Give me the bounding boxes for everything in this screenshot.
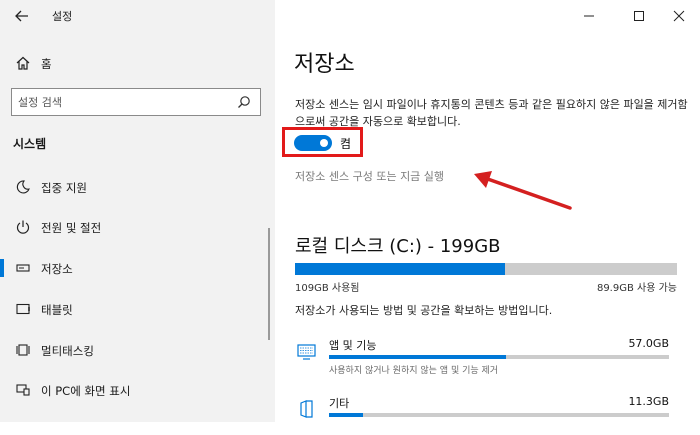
minimize-icon bbox=[584, 15, 594, 17]
sidebar-item-focus-assist[interactable]: 집중 지원 bbox=[0, 170, 275, 204]
configure-storage-sense-link[interactable]: 저장소 센스 구성 또는 지금 실행 bbox=[295, 168, 444, 184]
section-heading: 시스템 bbox=[13, 137, 47, 151]
close-button[interactable] bbox=[661, 4, 697, 28]
sidebar-item-tablet[interactable]: 태블릿 bbox=[0, 292, 275, 326]
search-input[interactable] bbox=[18, 94, 228, 110]
sidebar-item-multitasking[interactable]: 멀티태스킹 bbox=[0, 333, 275, 367]
other-files-icon bbox=[300, 400, 313, 418]
category-bar bbox=[329, 355, 669, 359]
toggle-state-label: 켬 bbox=[340, 137, 352, 151]
back-arrow-icon bbox=[15, 10, 28, 22]
category-subtitle: 사용하지 않거나 원하지 않는 앱 및 기능 제거 bbox=[329, 366, 499, 376]
app-title: 설정 bbox=[52, 10, 73, 23]
tablet-icon bbox=[16, 303, 30, 315]
sidebar: 설정 홈 시스템 집중 지원 전 bbox=[0, 0, 275, 422]
maximize-icon bbox=[634, 11, 644, 21]
minimize-button[interactable] bbox=[571, 4, 607, 28]
sidebar-item-label: 태블릿 bbox=[41, 303, 73, 317]
toggle-knob bbox=[320, 139, 328, 147]
sidebar-item-label: 홈 bbox=[41, 57, 52, 71]
project-icon bbox=[16, 384, 30, 396]
power-icon bbox=[16, 220, 30, 234]
red-arrow-annotation bbox=[474, 171, 572, 210]
usage-description: 저장소가 사용되는 방법 및 공간을 확보하는 방법입니다. bbox=[295, 304, 553, 317]
apps-icon bbox=[297, 344, 316, 360]
sidebar-item-home[interactable]: 홈 bbox=[0, 46, 275, 80]
sidebar-item-label: 이 PC에 화면 표시 bbox=[41, 384, 131, 398]
category-other[interactable]: 기타 11.3GB bbox=[295, 395, 685, 435]
storage-sense-toggle[interactable] bbox=[294, 135, 332, 151]
category-bar bbox=[329, 413, 669, 417]
titlebar: 설정 bbox=[0, 0, 275, 32]
sidebar-item-label: 저장소 bbox=[41, 262, 73, 276]
category-name: 기타 bbox=[329, 397, 350, 410]
storage-icon bbox=[16, 264, 30, 272]
category-name: 앱 및 기능 bbox=[329, 339, 377, 352]
page-title: 저장소 bbox=[294, 52, 355, 77]
disk-title: 로컬 디스크 (C:) - 199GB bbox=[295, 236, 501, 257]
category-bar-fill bbox=[329, 413, 363, 417]
sidebar-item-label: 집중 지원 bbox=[41, 181, 87, 195]
category-bar-fill bbox=[329, 355, 506, 359]
highlight-box: 켬 bbox=[282, 127, 363, 157]
category-size: 11.3GB bbox=[628, 395, 669, 408]
disk-usage-fill bbox=[295, 263, 506, 275]
search-icon[interactable] bbox=[237, 95, 251, 109]
storage-sense-description: 저장소 센스는 임시 파일이나 휴지통의 콘텐츠 등과 같은 필요하지 않은 파… bbox=[295, 98, 688, 128]
sidebar-item-storage[interactable]: 저장소 bbox=[0, 251, 275, 285]
category-size: 57.0GB bbox=[628, 337, 669, 350]
settings-window: 설정 홈 시스템 집중 지원 전 bbox=[0, 0, 700, 422]
disk-free-label: 89.9GB 사용 가능 bbox=[596, 283, 677, 294]
category-apps[interactable]: 앱 및 기능 57.0GB 사용하지 않거나 원하지 않는 앱 및 기능 제거 bbox=[295, 337, 685, 377]
sidebar-item-label: 전원 및 절전 bbox=[41, 221, 102, 235]
sidebar-item-project[interactable]: 이 PC에 화면 표시 bbox=[0, 373, 275, 407]
moon-icon bbox=[16, 180, 30, 194]
sidebar-item-power[interactable]: 전원 및 절전 bbox=[0, 210, 275, 244]
sidebar-item-label: 멀티태스킹 bbox=[41, 344, 94, 358]
main-content: 저장소 저장소 센스는 임시 파일이나 휴지통의 콘텐츠 등과 같은 필요하지 … bbox=[275, 0, 700, 422]
home-icon bbox=[16, 56, 30, 70]
disk-usage-bar bbox=[295, 263, 677, 275]
multitasking-icon bbox=[16, 344, 30, 356]
maximize-button[interactable] bbox=[621, 4, 657, 28]
search-box[interactable] bbox=[11, 88, 261, 116]
sidebar-scrollbar[interactable] bbox=[268, 228, 270, 340]
disk-used-label: 109GB 사용됨 bbox=[295, 283, 360, 294]
back-button[interactable] bbox=[12, 6, 32, 26]
close-icon bbox=[673, 10, 685, 22]
